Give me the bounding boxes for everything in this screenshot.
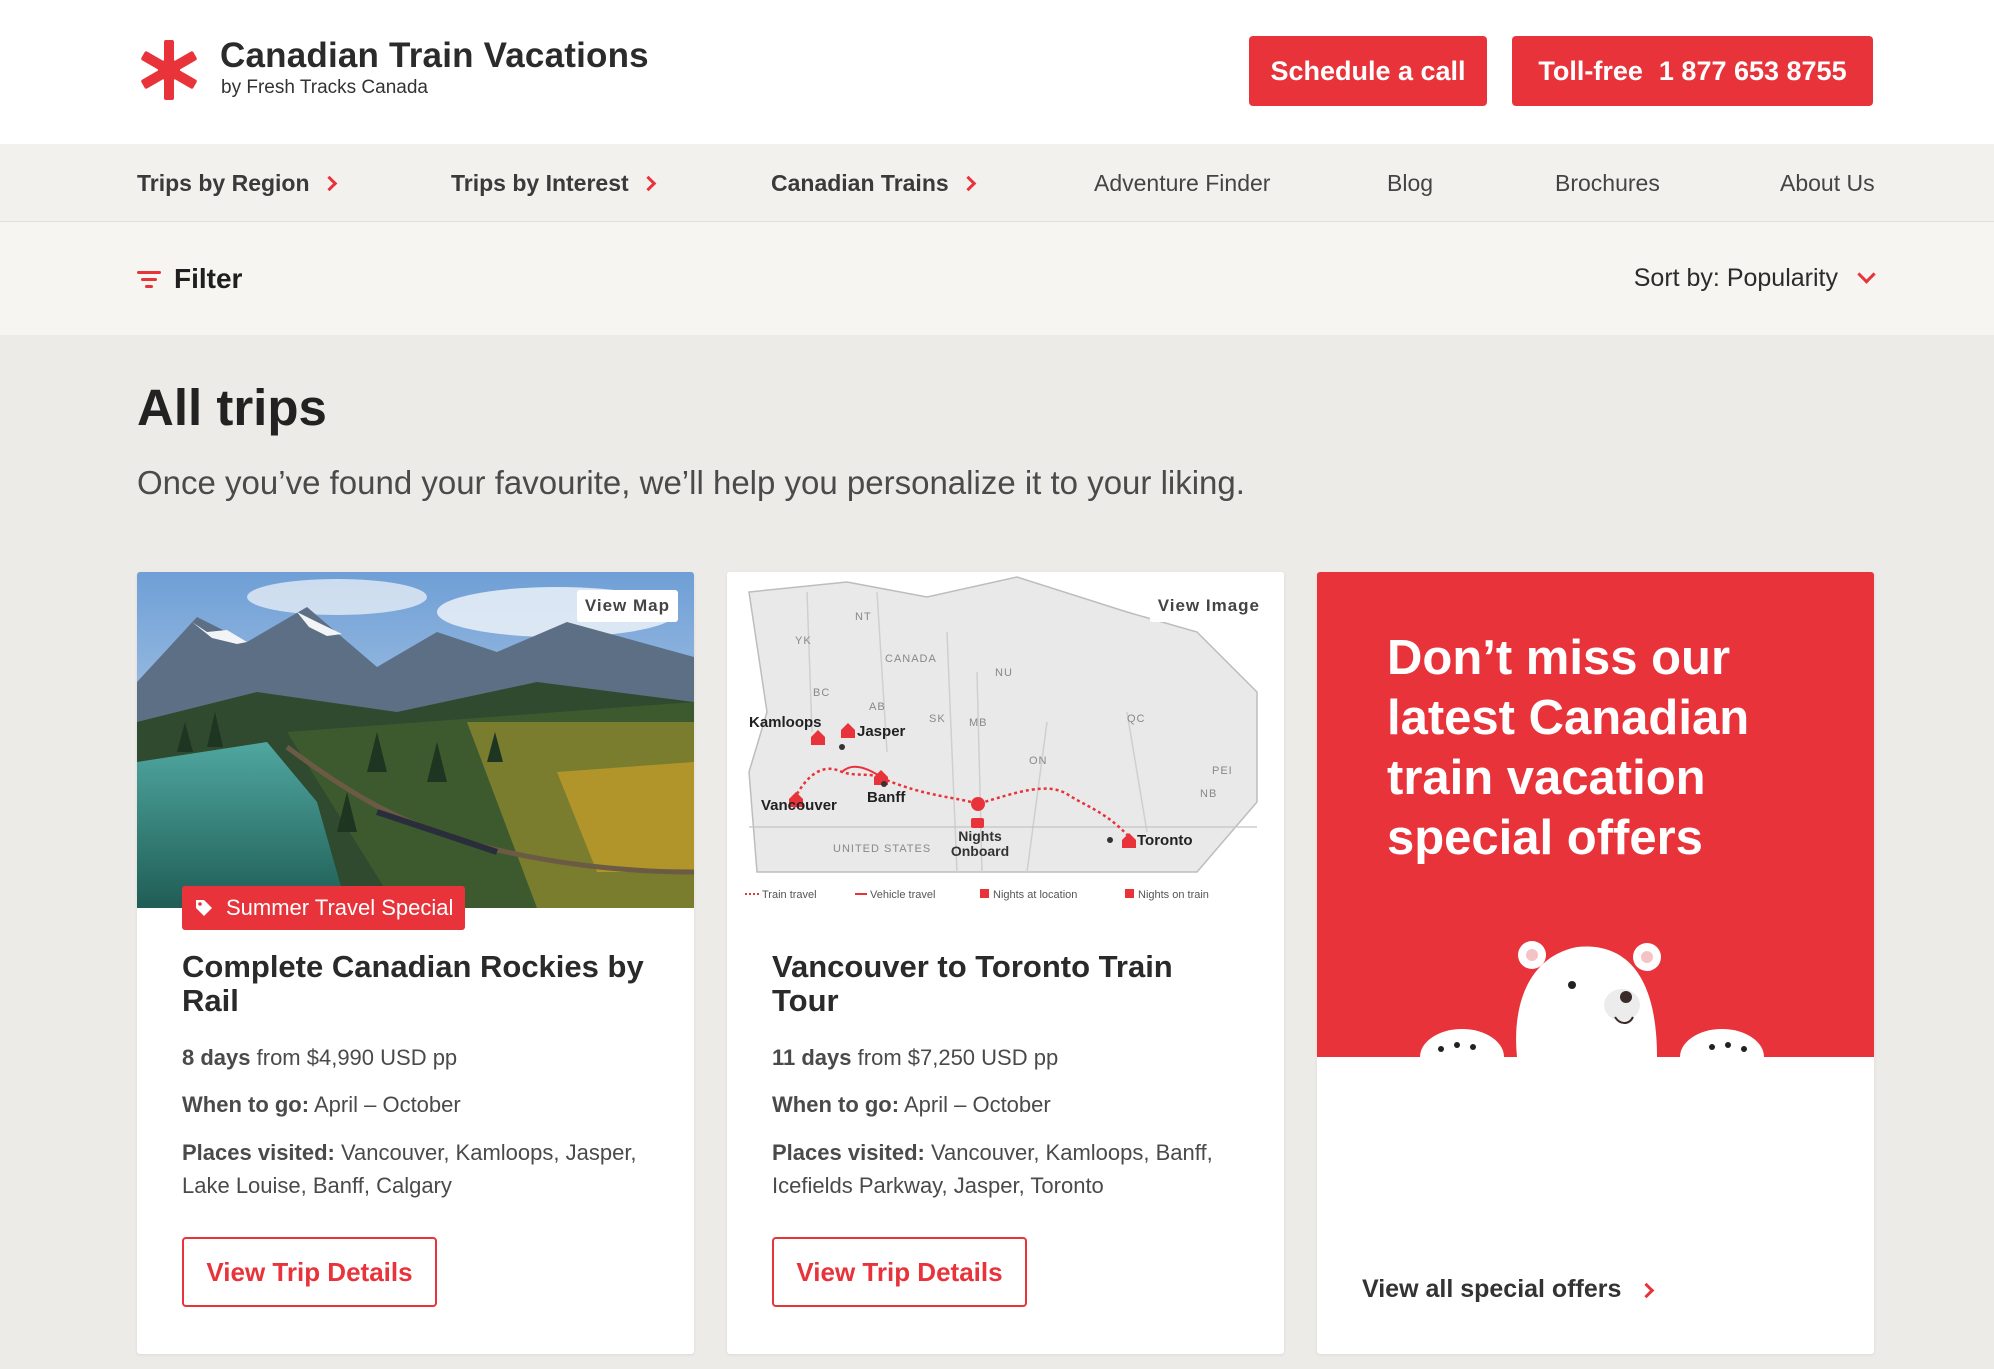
- trip-title[interactable]: Vancouver to Toronto Train Tour: [772, 950, 1242, 1018]
- places-label: Places visited:: [182, 1140, 335, 1165]
- trip-card[interactable]: View Map Summer Travel Special Complete …: [137, 572, 694, 1354]
- special-badge-label: Summer Travel Special: [226, 895, 454, 920]
- when-label: When to go:: [772, 1092, 900, 1117]
- chevron-right-icon: [640, 175, 656, 192]
- route-map-image: YK NT NU CANADA BC AB SK MB ON QC PEI NB…: [727, 572, 1284, 908]
- map-city-label: Toronto: [1137, 832, 1193, 849]
- schedule-call-button[interactable]: Schedule a call: [1249, 36, 1487, 106]
- view-all-offers-label: View all special offers: [1362, 1275, 1622, 1303]
- map-legend-item: Train travel: [762, 889, 817, 901]
- map-city-label: Jasper: [857, 723, 906, 740]
- map-region-label: SK: [929, 713, 946, 725]
- nav-canadian-trains[interactable]: Canadian Trains: [771, 144, 976, 222]
- map-legend-item: Nights on train: [1138, 889, 1209, 901]
- maple-leaf-logo-icon[interactable]: [137, 38, 201, 102]
- map-region-label: ON: [1029, 755, 1048, 767]
- chevron-down-icon: [1857, 265, 1876, 284]
- places-label: Places visited:: [772, 1140, 925, 1165]
- filter-icon: [137, 270, 161, 288]
- view-trip-details-button[interactable]: View Trip Details: [772, 1237, 1027, 1307]
- map-region-label: NB: [1200, 788, 1217, 800]
- trip-card[interactable]: YK NT NU CANADA BC AB SK MB ON QC PEI NB…: [727, 572, 1284, 1354]
- map-region-label: NU: [995, 667, 1013, 679]
- nav-adventure-finder[interactable]: Adventure Finder: [1094, 144, 1270, 222]
- map-city-label: Vancouver: [761, 797, 837, 814]
- view-image-button[interactable]: View Image: [1149, 590, 1268, 622]
- trip-days: 11 days: [772, 1045, 852, 1070]
- nav-trips-by-region[interactable]: Trips by Region: [137, 144, 337, 222]
- nav-label: Adventure Finder: [1094, 169, 1271, 196]
- map-nights-label: Onboard: [951, 843, 1009, 859]
- polar-bear-illustration: [1420, 920, 1764, 1057]
- map-region-label: NT: [855, 611, 872, 623]
- trip-places: Places visited: Vancouver, Kamloops, Ban…: [772, 1136, 1242, 1202]
- trip-places: Places visited: Vancouver, Kamloops, Jas…: [182, 1136, 652, 1202]
- trip-duration-price: 11 days from $7,250 USD pp: [772, 1041, 1242, 1074]
- brand-subtitle: by Fresh Tracks Canada: [221, 77, 428, 98]
- map-region-label: UNITED STATES: [833, 843, 931, 855]
- tollfree-number: 1 877 653 8755: [1658, 55, 1847, 86]
- sort-label: Sort by: Popularity: [1633, 264, 1838, 292]
- tollfree-label: Toll-free: [1538, 55, 1643, 86]
- main-nav: Trips by Region Trips by Interest Canadi…: [0, 144, 1994, 222]
- view-trip-details-button[interactable]: View Trip Details: [182, 1237, 437, 1307]
- trip-days: 8 days: [182, 1045, 251, 1070]
- promo-banner[interactable]: Don’t miss our latest Canadian train vac…: [1317, 572, 1874, 1057]
- trip-when: When to go: April – October: [182, 1088, 652, 1121]
- chevron-right-icon: [1639, 1282, 1655, 1298]
- when-label: When to go:: [182, 1092, 310, 1117]
- map-region-label: PEI: [1212, 765, 1233, 777]
- map-legend-item: Nights at location: [993, 889, 1077, 901]
- price-tag-icon: [196, 900, 212, 916]
- sort-dropdown[interactable]: Sort by: Popularity: [1633, 222, 1876, 335]
- map-region-label: CANADA: [885, 653, 937, 665]
- trip-when: When to go: April – October: [772, 1088, 1242, 1121]
- chevron-right-icon: [321, 175, 337, 192]
- map-legend-item: Vehicle travel: [870, 889, 935, 901]
- trip-title[interactable]: Complete Canadian Rockies by Rail: [182, 950, 652, 1018]
- page-title: All trips: [137, 379, 327, 436]
- promo-headline: Don’t miss our latest Canadian train vac…: [1387, 631, 1750, 865]
- nav-about-us[interactable]: About Us: [1780, 144, 1875, 222]
- filter-button[interactable]: Filter: [137, 222, 242, 335]
- nav-blog[interactable]: Blog: [1387, 144, 1433, 222]
- trip-price: from $4,990 USD pp: [256, 1045, 458, 1070]
- map-region-label: MB: [969, 717, 988, 729]
- site-header: Canadian Train Vacations by Fresh Tracks…: [0, 0, 1994, 144]
- chevron-right-icon: [960, 175, 976, 192]
- nav-trips-by-interest[interactable]: Trips by Interest: [451, 144, 656, 222]
- view-all-offers-link[interactable]: View all special offers: [1362, 1275, 1655, 1304]
- trip-photo[interactable]: View Map: [137, 572, 694, 908]
- special-offers-card[interactable]: Don’t miss our latest Canadian train vac…: [1317, 572, 1874, 1354]
- filter-bar: Filter Sort by: Popularity: [0, 222, 1994, 335]
- nav-label: Trips by Interest: [451, 169, 629, 196]
- schedule-call-label: Schedule a call: [1270, 55, 1466, 86]
- map-region-label: QC: [1127, 713, 1146, 725]
- map-nights-label: Nights: [958, 828, 1002, 844]
- nav-label: Brochures: [1555, 169, 1660, 196]
- nav-label: Canadian Trains: [771, 169, 949, 196]
- when-value: April – October: [313, 1092, 461, 1117]
- map-city-label: Banff: [867, 789, 906, 806]
- brand-title[interactable]: Canadian Train Vacations: [220, 36, 649, 76]
- page-subtitle: Once you’ve found your favourite, we’ll …: [137, 464, 1245, 501]
- map-region-label: YK: [795, 635, 812, 647]
- route-map[interactable]: YK NT NU CANADA BC AB SK MB ON QC PEI NB…: [727, 572, 1284, 908]
- nav-label: Blog: [1387, 169, 1434, 196]
- rockies-landscape-image: [137, 572, 694, 908]
- view-map-button[interactable]: View Map: [576, 590, 678, 622]
- tollfree-button[interactable]: Toll-free 1 877 653 8755: [1512, 36, 1873, 106]
- nav-label: Trips by Region: [137, 169, 310, 196]
- nav-brochures[interactable]: Brochures: [1555, 144, 1660, 222]
- map-region-label: AB: [869, 701, 886, 713]
- map-region-label: BC: [813, 687, 830, 699]
- trip-price: from $7,250 USD pp: [857, 1045, 1059, 1070]
- special-badge: Summer Travel Special: [182, 886, 466, 930]
- filter-label: Filter: [174, 262, 243, 294]
- nav-label: About Us: [1780, 169, 1875, 196]
- map-city-label: Kamloops: [749, 714, 822, 731]
- trip-duration-price: 8 days from $4,990 USD pp: [182, 1041, 652, 1074]
- when-value: April – October: [903, 1092, 1051, 1117]
